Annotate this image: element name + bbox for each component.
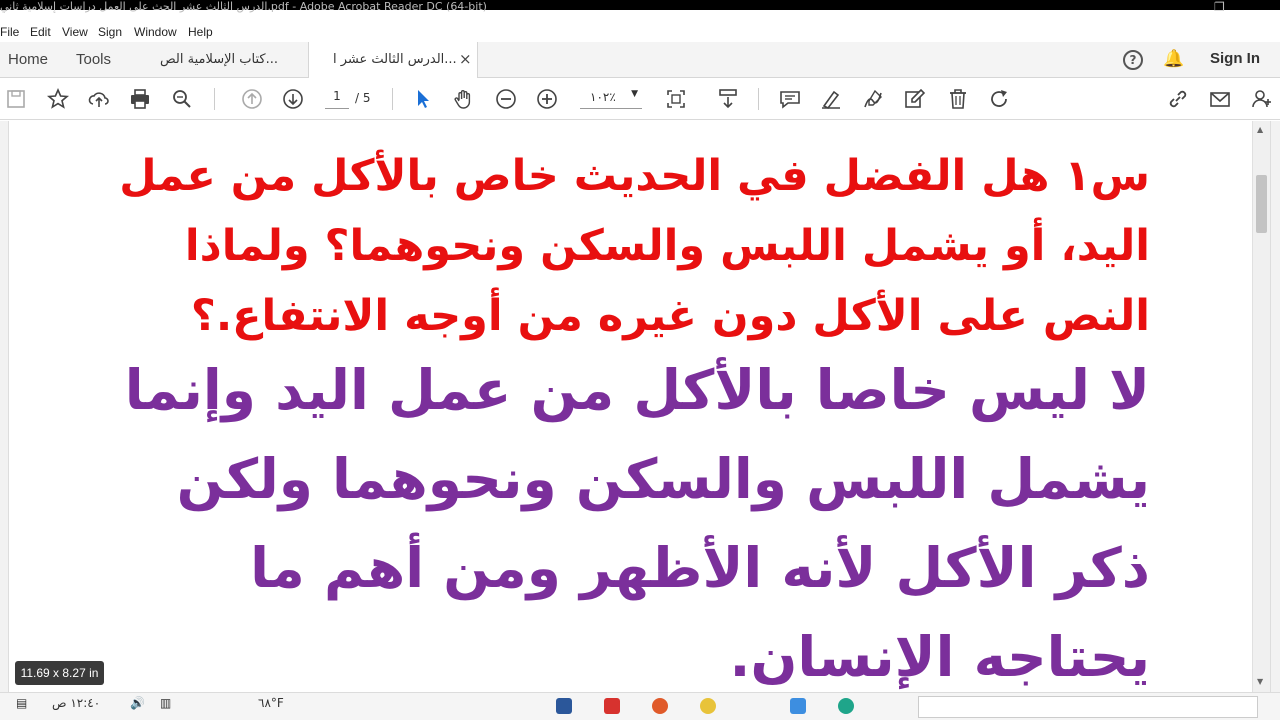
right-panel-handle[interactable] <box>1270 121 1280 692</box>
menu-bar: File Edit View Sign Window Help <box>0 22 1280 42</box>
edge-app-icon[interactable] <box>838 698 854 714</box>
tab-home[interactable]: Home <box>8 51 48 68</box>
select-cursor-icon[interactable] <box>411 87 435 111</box>
search-icon[interactable] <box>170 87 194 111</box>
help-icon[interactable]: ? <box>1123 50 1143 70</box>
prev-page-icon[interactable] <box>240 87 264 111</box>
left-panel-handle[interactable] <box>0 121 9 692</box>
sign-in-button[interactable]: Sign In <box>1210 50 1260 67</box>
restore-window-icon[interactable]: ❐ <box>1214 0 1225 14</box>
chevron-down-icon: ▼ <box>631 89 638 99</box>
fit-page-icon[interactable] <box>664 87 688 111</box>
zoom-in-icon[interactable] <box>535 87 559 111</box>
clock[interactable]: ١٢:٤٠ ص <box>52 696 100 710</box>
upload-icon[interactable] <box>87 87 111 111</box>
tab-document-1[interactable]: كتاب الإسلامية الص... <box>150 42 308 78</box>
rotate-icon[interactable] <box>987 87 1011 111</box>
page-number-input[interactable]: 1 <box>325 89 349 109</box>
toolbar: 1 / 5 ١٠٢٪ ▼ <box>0 78 1280 120</box>
scroll-down-icon[interactable]: ▼ <box>1257 677 1263 686</box>
menu-view[interactable]: View <box>62 25 88 39</box>
store-app-icon[interactable] <box>790 698 806 714</box>
email-icon[interactable] <box>1208 87 1232 111</box>
tab-bar: Home Tools كتاب الإسلامية الص... الدرس ا… <box>0 42 1280 79</box>
zoom-value: ١٠٢٪ <box>590 90 616 104</box>
notification-icon[interactable]: ▤ <box>16 696 27 710</box>
save-icon[interactable] <box>4 87 28 111</box>
next-page-icon[interactable] <box>281 87 305 111</box>
question-text: س١ هل الفضل في الحديث خاص بالأكل من عمل … <box>119 151 1150 341</box>
media-app-icon[interactable] <box>652 698 668 714</box>
page-size-badge: 11.69 x 8.27 in <box>15 661 104 685</box>
comment-icon[interactable] <box>778 87 802 111</box>
vertical-scrollbar[interactable]: ▲ ▼ <box>1252 121 1270 692</box>
zoom-select[interactable]: ١٠٢٪ ▼ <box>580 89 642 109</box>
menu-edit[interactable]: Edit <box>30 25 51 39</box>
chrome-app-icon[interactable] <box>700 698 716 714</box>
close-tab-icon[interactable]: × <box>459 50 472 68</box>
add-user-icon[interactable] <box>1250 87 1274 111</box>
answer-text: لا ليس خاصا بالأكل من عمل اليد وإنما يشم… <box>124 358 1150 689</box>
highlight-icon[interactable] <box>819 87 843 111</box>
scrollbar-thumb[interactable] <box>1256 175 1267 233</box>
tab-document-2-label: الدرس الثالث عشر ا... <box>333 52 457 67</box>
menu-window[interactable]: Window <box>134 25 177 39</box>
tab-document-2[interactable]: الدرس الثالث عشر ا... × <box>308 42 478 79</box>
toolbar-separator <box>758 88 759 110</box>
menu-help[interactable]: Help <box>188 25 213 39</box>
volume-icon[interactable]: 🔊 <box>130 696 145 710</box>
sign-icon[interactable] <box>861 87 885 111</box>
window-title: الدرس الثالث عشر الحث على العمل دراسات إ… <box>0 0 487 13</box>
link-icon[interactable] <box>1166 87 1190 111</box>
tab-tools[interactable]: Tools <box>76 51 111 68</box>
tab-document-1-label: كتاب الإسلامية الص... <box>160 52 279 67</box>
menu-sign[interactable]: Sign <box>98 25 122 39</box>
taskbar-search[interactable] <box>918 696 1258 718</box>
acrobat-app-icon[interactable] <box>604 698 620 714</box>
delete-icon[interactable] <box>946 87 970 111</box>
star-icon[interactable] <box>46 87 70 111</box>
network-icon[interactable]: ▥ <box>160 696 171 710</box>
word-app-icon[interactable] <box>556 698 572 714</box>
hand-icon[interactable] <box>452 87 476 111</box>
toolbar-separator <box>214 88 215 110</box>
title-bar: الدرس الثالث عشر الحث على العمل دراسات إ… <box>0 0 1280 22</box>
toolbar-separator <box>392 88 393 110</box>
scroll-up-icon[interactable]: ▲ <box>1257 125 1263 134</box>
print-icon[interactable] <box>128 87 152 111</box>
page-total: / 5 <box>355 91 371 105</box>
bell-icon[interactable]: 🔔 <box>1163 49 1184 69</box>
edit-icon[interactable] <box>903 87 927 111</box>
menu-file[interactable]: File <box>0 25 19 39</box>
weather-temp[interactable]: ٦٨°F <box>258 696 284 710</box>
zoom-out-icon[interactable] <box>494 87 518 111</box>
taskbar: ▤ ١٢:٤٠ ص 🔊 ▥ ٦٨°F <box>0 692 1280 720</box>
scroll-mode-icon[interactable] <box>716 87 740 111</box>
